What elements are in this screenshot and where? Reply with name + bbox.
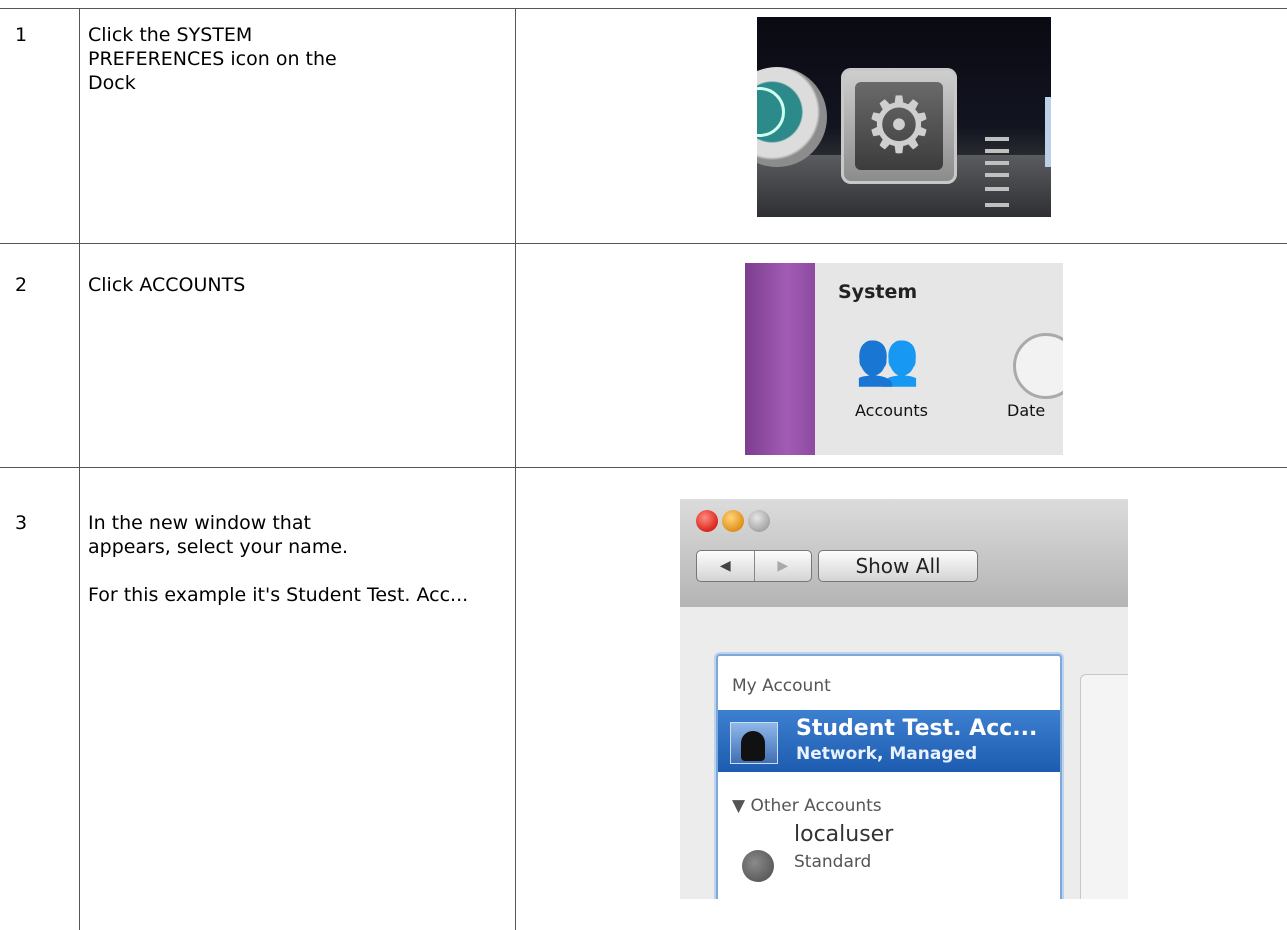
column-divider — [515, 8, 516, 930]
minimize-icon[interactable] — [722, 510, 744, 532]
step-instruction: In the new window that appears, select y… — [88, 511, 498, 607]
other-accounts-header[interactable]: ▼ Other Accounts — [732, 796, 882, 816]
navigation-buttons: ◀ ▶ — [696, 550, 812, 582]
account-name: Student Test. Acc... — [796, 716, 1038, 741]
row-divider — [0, 243, 1287, 244]
column-divider — [79, 8, 80, 930]
accounts-window-screenshot: ◀ ▶ Show All My Account Student Test. Ac… — [680, 499, 1128, 899]
list-item[interactable] — [732, 894, 1052, 899]
row-divider — [0, 467, 1287, 468]
avatar — [742, 850, 774, 882]
step-number: 1 — [15, 24, 28, 46]
instruction-text: For this example it's Student Test. Acc.… — [88, 584, 469, 606]
accounts-icon[interactable]: 👥 — [855, 333, 920, 385]
step-number: 3 — [15, 512, 28, 534]
zoom-icon[interactable] — [748, 510, 770, 532]
dock-separator — [985, 161, 1009, 165]
section-title: System — [838, 281, 918, 303]
time-machine-icon — [757, 67, 827, 167]
account-type: Network, Managed — [796, 744, 978, 764]
instruction-text: Click ACCOUNTS — [88, 274, 246, 296]
instruction-table: 1 Click the SYSTEM PREFERENCES icon on t… — [0, 0, 1287, 930]
account-name[interactable]: localuser — [794, 822, 893, 847]
dock-separator — [985, 137, 1009, 141]
account-type: Standard — [794, 852, 872, 872]
forward-button[interactable]: ▶ — [753, 551, 812, 581]
my-account-header: My Account — [732, 676, 831, 696]
desktop-background — [745, 263, 815, 455]
clock-face — [757, 87, 785, 137]
system-preferences-icon[interactable]: ⚙ — [841, 68, 957, 184]
folder-icon — [1045, 97, 1051, 167]
system-preferences-screenshot: System 👥 Accounts Date — [745, 263, 1063, 455]
dock-screenshot: ⚙ — [757, 17, 1051, 217]
account-details-pane — [1080, 674, 1128, 899]
instruction-text: Click the SYSTEM PREFERENCES icon on the… — [88, 24, 337, 94]
table-top-border — [0, 8, 1287, 9]
accounts-list: My Account Student Test. Acc... Network,… — [716, 654, 1062, 899]
back-button[interactable]: ◀ — [697, 551, 754, 581]
dock-separator — [985, 149, 1009, 153]
selected-account-row[interactable]: Student Test. Acc... Network, Managed — [718, 710, 1060, 772]
avatar — [730, 722, 778, 764]
date-label[interactable]: Date — [1007, 401, 1045, 420]
instruction-text: In the new window that appears, select y… — [88, 512, 349, 558]
step-number: 2 — [15, 274, 28, 296]
dock-separator — [985, 173, 1009, 177]
gear-icon: ⚙ — [855, 82, 943, 170]
dock-separator — [985, 187, 1009, 191]
show-all-button[interactable]: Show All — [818, 550, 978, 582]
dock-separator — [985, 203, 1009, 207]
step-instruction: Click ACCOUNTS — [88, 273, 498, 297]
accounts-label[interactable]: Accounts — [855, 401, 928, 420]
step-instruction: Click the SYSTEM PREFERENCES icon on the… — [88, 23, 378, 95]
close-icon[interactable] — [696, 510, 718, 532]
window-toolbar: ◀ ▶ Show All — [680, 499, 1128, 607]
date-time-icon[interactable] — [1013, 333, 1063, 399]
